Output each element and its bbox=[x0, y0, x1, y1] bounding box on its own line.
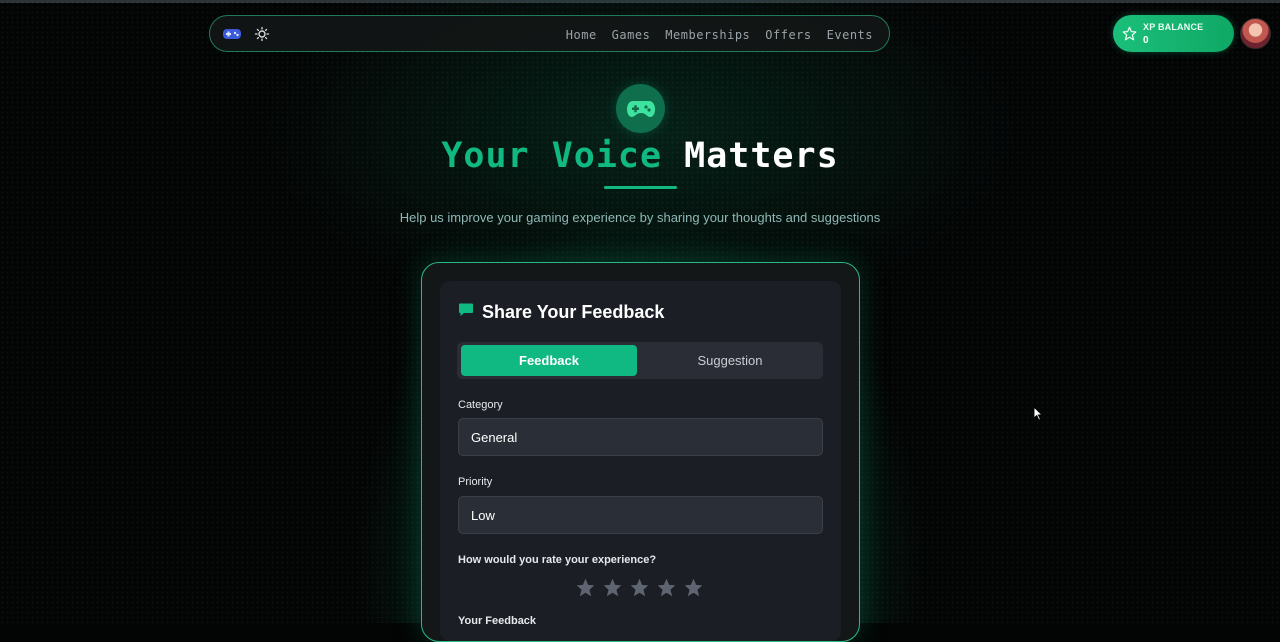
rating-label: How would you rate your experience? bbox=[458, 554, 657, 566]
nav-link-offers[interactable]: Offers bbox=[765, 28, 811, 42]
xp-balance-value: 0 bbox=[1143, 35, 1149, 46]
top-nav: Home Games Memberships Offers Events bbox=[209, 15, 890, 52]
rating-star-5[interactable] bbox=[683, 577, 704, 598]
nav-link-events[interactable]: Events bbox=[827, 28, 873, 42]
tab-suggestion[interactable]: Suggestion bbox=[639, 345, 821, 376]
nav-link-games[interactable]: Games bbox=[612, 28, 651, 42]
category-select[interactable]: General bbox=[458, 418, 823, 456]
category-label: Category bbox=[458, 399, 503, 411]
title-underline bbox=[604, 186, 677, 189]
gamepad-icon bbox=[616, 84, 665, 133]
priority-select[interactable]: Low bbox=[458, 496, 823, 534]
xp-balance-badge[interactable]: XP BALANCE 0 bbox=[1113, 15, 1234, 52]
rating-star-3[interactable] bbox=[629, 577, 650, 598]
nav-link-home[interactable]: Home bbox=[566, 28, 597, 42]
xp-balance-label: XP BALANCE bbox=[1143, 22, 1204, 32]
tab-feedback[interactable]: Feedback bbox=[461, 345, 637, 376]
page-title-highlight: Your Voice bbox=[441, 136, 663, 176]
form-title: Share Your Feedback bbox=[458, 302, 664, 323]
feedback-type-tabs: Feedback Suggestion bbox=[457, 342, 823, 379]
mouse-cursor-icon bbox=[1033, 405, 1044, 421]
feedback-text-label: Your Feedback bbox=[458, 615, 537, 627]
priority-select-value: Low bbox=[471, 507, 495, 523]
rating-star-1[interactable] bbox=[575, 577, 596, 598]
form-title-text: Share Your Feedback bbox=[482, 302, 665, 322]
rating-stars bbox=[575, 577, 704, 598]
page-title-rest: Matters bbox=[684, 136, 839, 176]
priority-label: Priority bbox=[458, 476, 493, 488]
page-title: Your Voice Matters bbox=[0, 136, 1280, 176]
chat-bubble-icon bbox=[458, 302, 474, 323]
rating-star-4[interactable] bbox=[656, 577, 677, 598]
nav-link-memberships[interactable]: Memberships bbox=[665, 28, 750, 42]
star-icon bbox=[1122, 26, 1137, 41]
page-subtitle: Help us improve your gaming experience b… bbox=[399, 210, 881, 225]
nav-links: Home Games Memberships Offers Events bbox=[566, 16, 873, 53]
sun-icon[interactable] bbox=[254, 26, 270, 42]
gamepad-icon[interactable] bbox=[222, 26, 242, 42]
avatar[interactable] bbox=[1240, 18, 1271, 49]
category-select-value: General bbox=[471, 429, 518, 445]
rating-star-2[interactable] bbox=[602, 577, 623, 598]
